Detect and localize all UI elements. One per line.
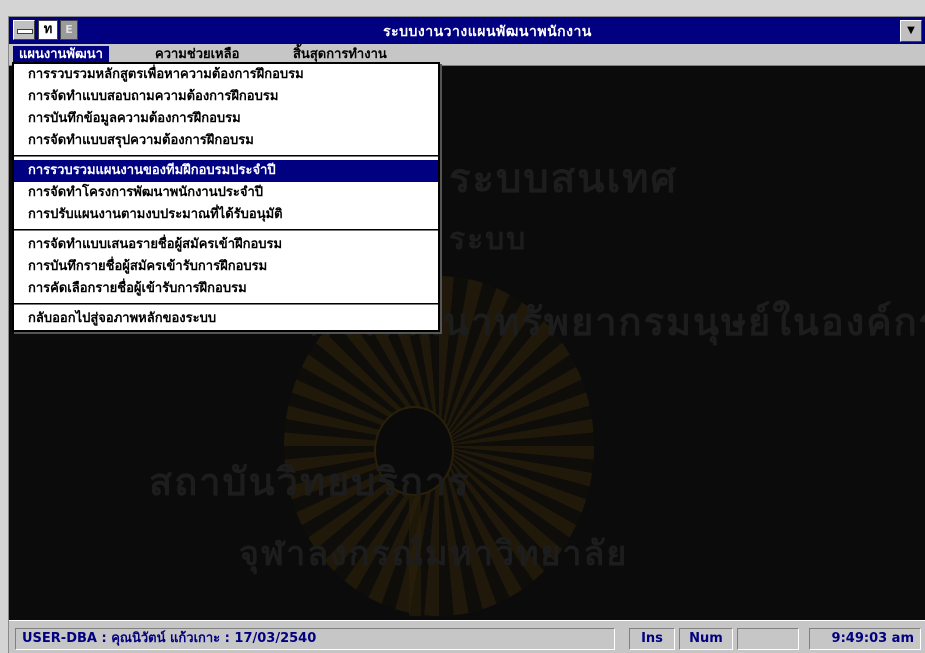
menu-item-record-needs[interactable]: การบันทึกข้อมูลความต้องการฝึกอบรม [14,108,438,130]
menu-item-collect-courses[interactable]: การรวบรวมหลักสูตรเพื่อหาความต้องการฝึกอบ… [14,64,438,86]
menu-item-annual-project[interactable]: การจัดทำโครงการพัฒนาพนักงานประจำปี [14,182,438,204]
menu-separator [14,155,438,157]
window-title: ระบบงานวางแผนพัฒนาพนักงาน [383,24,592,40]
menu-item-make-questionnaire[interactable]: การจัดทำแบบสอบถามความต้องการฝึกอบรม [14,86,438,108]
status-clock: 9:49:03 am [809,628,921,650]
menu-separator [14,303,438,305]
menu-separator [14,229,438,231]
status-ins: Ins [629,628,675,650]
watermark-line-5: จุฬาลงกรณ์มหาวิทยาลัย [239,534,629,574]
status-user-info: USER-DBA : คุณนิวัตน์ แก้วเกาะ : 17/03/2… [15,628,615,650]
watermark-line-2: ระบบ [449,222,528,257]
title-bar: ท E ระบบงานวางแผนพัฒนาพนักงาน ▼ [9,17,925,44]
menu-item-summary-needs[interactable]: การจัดทำแบบสรุปความต้องการฝึกอบรม [14,130,438,152]
watermark-line-4: สถาบันวิทยบริการ [149,460,471,504]
watermark-line-1: ระบบสนเทศ [449,156,678,202]
menu-item-collect-team-plan[interactable]: การรวบรวมแผนงานของทีมฝึกอบรมประจำปี [14,160,438,182]
status-bar: USER-DBA : คุณนิวัตน์ แก้วเกาะ : 17/03/2… [9,620,925,653]
status-num: Num [679,628,733,650]
menu-item-adjust-budget-plan[interactable]: การปรับแผนงานตามงบประมาณที่ได้รับอนุมัติ [14,204,438,226]
menu-item-select-trainees[interactable]: การคัดเลือกรายชื่อผู้เข้ารับการฝึกอบรม [14,278,438,300]
menu-item-nomination-form[interactable]: การจัดทำแบบเสนอรายชื่อผู้สมัครเข้าฝึกอบร… [14,234,438,256]
development-plan-dropdown: การรวบรวมหลักสูตรเพื่อหาความต้องการฝึกอบ… [12,62,440,332]
menu-item-record-applicants[interactable]: การบันทึกรายชื่อผู้สมัครเข้ารับการฝึกอบร… [14,256,438,278]
status-empty [737,628,799,650]
minimize-button[interactable]: ▼ [900,20,922,42]
menu-item-back-to-main[interactable]: กลับออกไปสู่จอภาพหลักของระบบ [14,308,438,330]
